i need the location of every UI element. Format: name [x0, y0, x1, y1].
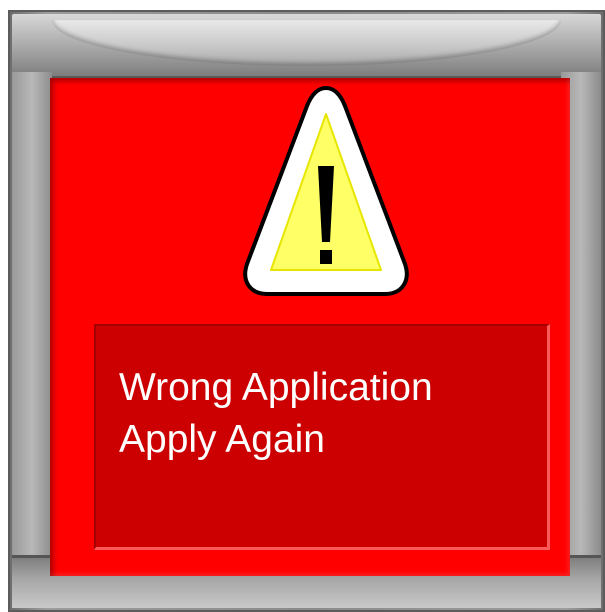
warning-triangle-icon: [243, 85, 409, 296]
alert-panel: Wrong Application Apply Again: [50, 78, 570, 576]
message-line-2: Apply Again: [119, 418, 325, 461]
frame-top-bevel: [12, 14, 601, 79]
alert-frame: Wrong Application Apply Again: [8, 10, 605, 612]
frame-top-curve: [52, 20, 561, 66]
message-line-1: Wrong Application: [119, 366, 433, 409]
frame-left-bevel: [12, 72, 52, 562]
message-box: Wrong Application Apply Again: [94, 324, 550, 550]
